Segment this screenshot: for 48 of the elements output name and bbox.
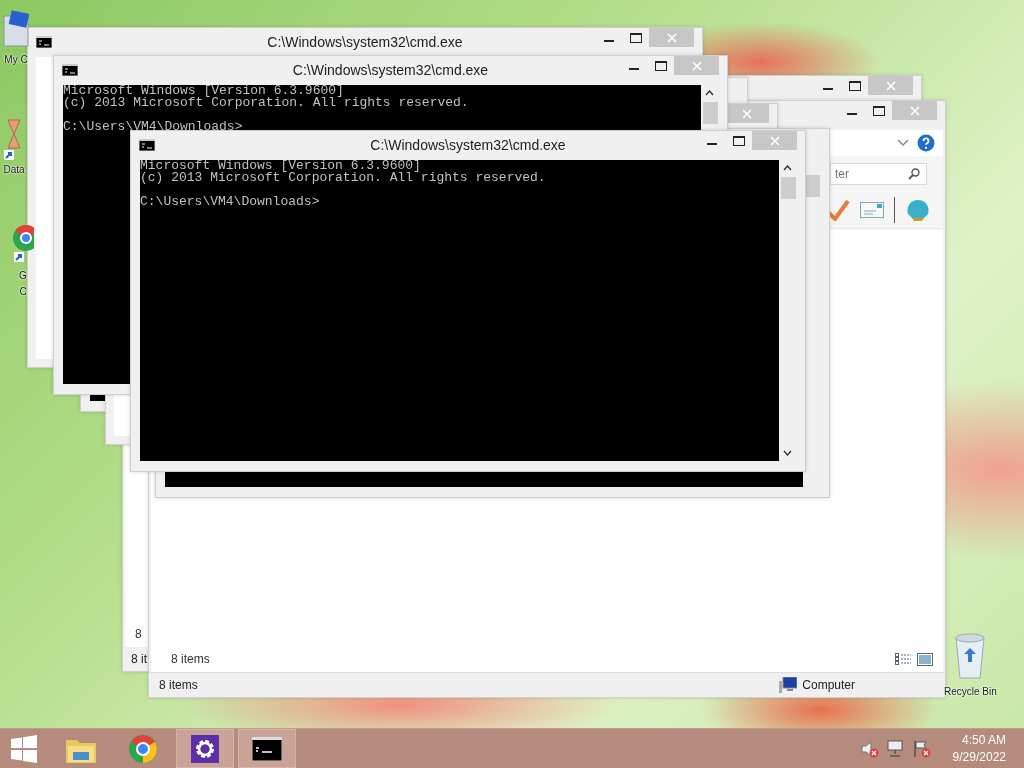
item-count-text: 8 items (171, 652, 210, 666)
maximize-icon[interactable] (629, 32, 642, 43)
window-title: C:\Windows\system32\cmd.exe (292, 62, 489, 78)
maximize-icon[interactable] (848, 80, 861, 91)
icon-label[interactable]: Recycle Bin (944, 685, 997, 698)
location-text: Computer (802, 678, 855, 692)
envelope-icon[interactable] (860, 202, 884, 218)
computer-icon[interactable] (0, 10, 32, 50)
scroll-up-icon[interactable] (783, 165, 792, 171)
gear-icon (191, 734, 219, 763)
maximize-icon[interactable] (872, 105, 885, 116)
console-icon (62, 64, 78, 76)
console-icon (252, 736, 282, 761)
help-icon[interactable] (917, 134, 935, 152)
chevron-icon[interactable] (897, 139, 909, 147)
status-text: 8 items (159, 678, 198, 692)
icon-label[interactable]: C (19, 285, 27, 298)
scroll-down-icon[interactable] (783, 450, 792, 456)
maximize-icon[interactable] (654, 60, 667, 71)
details-view-icon[interactable] (895, 653, 911, 665)
console-text: (c) 2013 Microsoft Corporation. All rights reserved. (63, 97, 469, 109)
console-text: Microsoft Windows [Version 6.3.9600] (63, 85, 344, 97)
scroll-up-icon[interactable] (705, 90, 714, 96)
chrome-icon (128, 733, 158, 764)
icon-label[interactable]: Data (3, 163, 25, 176)
network-icon[interactable] (886, 739, 905, 758)
console-prompt: C:\Users\VM4\Downloads> (140, 196, 320, 208)
taskbar-button[interactable] (176, 729, 234, 768)
icon-label[interactable]: My C (4, 53, 28, 66)
console-icon (139, 139, 155, 151)
search-icon[interactable] (908, 168, 920, 180)
window-title: C:\Windows\system32\cmd.exe (267, 34, 463, 50)
maximize-icon[interactable] (732, 135, 745, 146)
console-prompt: C:\Users\VM4\Downloads> (63, 121, 243, 133)
item-count-text: 8 (135, 627, 143, 641)
icon-label[interactable]: G (19, 269, 27, 282)
preview-icon[interactable] (917, 652, 933, 666)
console-text: Microsoft Windows [Version 6.3.9600] (140, 160, 421, 172)
computer-icon (779, 677, 798, 693)
windows-logo-icon (10, 734, 38, 763)
status-text: 8 it (131, 652, 147, 666)
console-icon (36, 36, 52, 48)
taskbar-button[interactable] (238, 729, 296, 768)
flag-icon[interactable] (912, 739, 931, 758)
window-title: C:\Windows\system32\cmd.exe (370, 137, 566, 153)
speaker-muted-icon[interactable] (860, 739, 879, 758)
search-field[interactable]: ter (830, 163, 927, 185)
console-text: (c) 2013 Microsoft Corporation. All rights reserved. (140, 172, 546, 184)
